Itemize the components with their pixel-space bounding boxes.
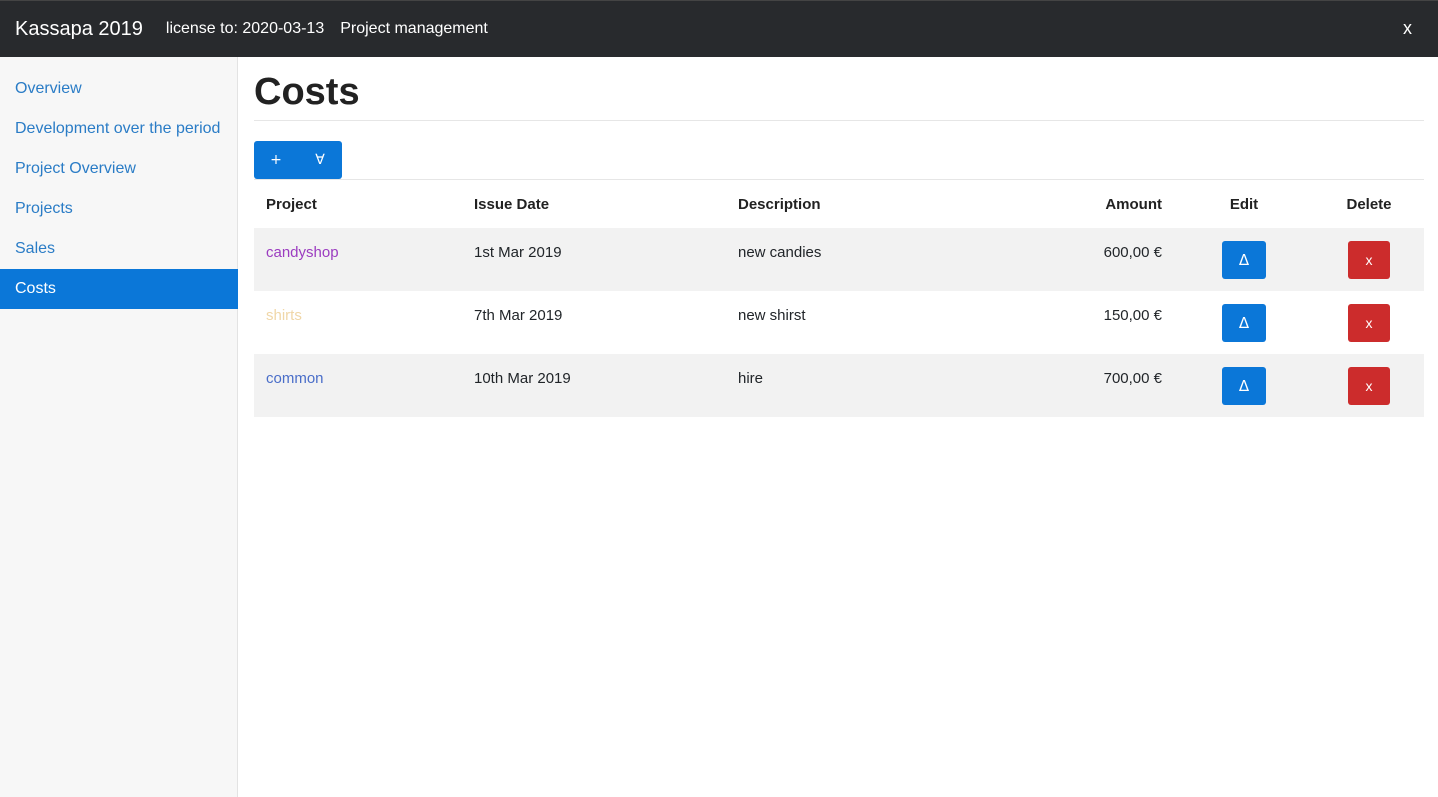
module-name[interactable]: Project management: [340, 20, 488, 38]
project-cell: common: [254, 354, 462, 417]
add-cost-button[interactable]: +: [254, 141, 298, 179]
header-delete: Delete: [1346, 195, 1392, 213]
sidebar-item-label[interactable]: Development over the period: [0, 109, 237, 149]
page-title: Costs: [254, 57, 1424, 121]
description-cell: new shirst: [738, 307, 806, 324]
project-link[interactable]: common: [266, 370, 324, 387]
toolbar: + ∀: [254, 141, 1424, 180]
table-header-row: Project Issue Date Description Amount Ed…: [254, 180, 1424, 228]
header-description[interactable]: Description: [726, 180, 1046, 228]
delete-button[interactable]: x: [1348, 241, 1390, 279]
sidebar-item-label[interactable]: Project Overview: [0, 149, 237, 189]
amount-cell: 150,00 €: [1103, 307, 1162, 324]
sidebar: Overview Development over the period Pro…: [0, 57, 238, 797]
edit-button[interactable]: Δ: [1222, 241, 1266, 279]
sidebar-item-sales[interactable]: Sales: [0, 229, 237, 269]
delete-cell: x: [1314, 291, 1424, 354]
sidebar-item-label[interactable]: Overview: [0, 69, 237, 109]
sidebar-item-overview[interactable]: Overview: [0, 69, 237, 109]
description-cell: hire: [738, 370, 764, 387]
sidebar-nav: Overview Development over the period Pro…: [0, 57, 238, 309]
issue-date-cell: 1st Mar 2019: [474, 244, 562, 261]
edit-cell: Δ: [1174, 291, 1314, 354]
sidebar-item-label[interactable]: Projects: [0, 189, 237, 229]
header-project[interactable]: Project: [254, 180, 462, 228]
project-link[interactable]: shirts: [266, 307, 302, 324]
project-cell: candyshop: [254, 228, 462, 291]
sidebar-item-costs[interactable]: Costs: [0, 269, 238, 309]
table-row: candyshop 1st Mar 2019 new candies 600,0…: [254, 228, 1424, 291]
main-content: Costs + ∀ Project Issue Date Description…: [254, 57, 1424, 417]
license-info: license to: 2020-03-13: [165, 20, 325, 37]
issue-date-cell: 10th Mar 2019: [474, 370, 571, 387]
header-issue-date[interactable]: Issue Date: [462, 180, 726, 228]
delete-cell: x: [1314, 228, 1424, 291]
edit-button[interactable]: Δ: [1222, 304, 1266, 342]
delete-button[interactable]: x: [1348, 304, 1390, 342]
edit-cell: Δ: [1174, 228, 1314, 291]
amount-cell: 600,00 €: [1103, 244, 1162, 261]
app-brand[interactable]: Kassapa 2019: [15, 18, 143, 41]
table-row: shirts 7th Mar 2019 new shirst 150,00 € …: [254, 291, 1424, 354]
project-link[interactable]: candyshop: [266, 244, 339, 261]
delete-button[interactable]: x: [1348, 367, 1390, 405]
costs-table: Project Issue Date Description Amount Ed…: [254, 180, 1424, 417]
sidebar-item-label[interactable]: Costs: [0, 269, 238, 309]
amount-cell: 700,00 €: [1103, 370, 1162, 387]
issue-date-cell: 7th Mar 2019: [474, 307, 563, 324]
top-navbar: Kassapa 2019 license to: 2020-03-13 Proj…: [0, 0, 1438, 57]
sidebar-item-label[interactable]: Sales: [0, 229, 237, 269]
table-row: common 10th Mar 2019 hire 700,00 € Δ x: [254, 354, 1424, 417]
delete-cell: x: [1314, 354, 1424, 417]
show-all-button[interactable]: ∀: [298, 141, 342, 179]
close-button[interactable]: x: [1403, 18, 1412, 39]
sidebar-item-project-overview[interactable]: Project Overview: [0, 149, 237, 189]
header-edit: Edit: [1229, 195, 1259, 213]
sidebar-item-development[interactable]: Development over the period: [0, 109, 237, 149]
project-cell: shirts: [254, 291, 462, 354]
description-cell: new candies: [738, 244, 822, 261]
header-amount[interactable]: Amount: [1046, 180, 1174, 228]
sidebar-item-projects[interactable]: Projects: [0, 189, 237, 229]
edit-cell: Δ: [1174, 354, 1314, 417]
edit-button[interactable]: Δ: [1222, 367, 1266, 405]
